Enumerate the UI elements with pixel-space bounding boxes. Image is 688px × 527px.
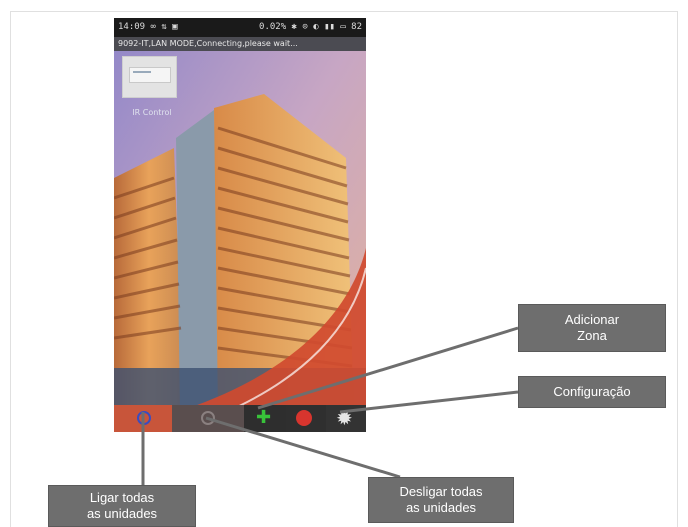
line-configuracao [339,390,519,414]
callout-ligar-line2: as unidades [86,506,158,521]
callout-ligar-line1: Ligar todas [89,490,155,505]
callout-desligar-todas: Desligar todas as unidades [368,477,514,523]
callout-desligar-line1: Desligar todas [399,484,483,499]
callout-configuracao: Configuração [518,376,666,408]
callout-lines [141,326,519,485]
callout-adicionar-zona-line1: Adicionar [564,312,620,327]
line-desligar [205,416,401,479]
callout-adicionar-zona: Adicionar Zona [518,304,666,352]
callout-adicionar-zona-line2: Zona [577,328,607,343]
callout-configuracao-text: Configuração [553,384,631,399]
callout-desligar-line2: as unidades [405,500,477,515]
callout-ligar-todas: Ligar todas as unidades [48,485,196,527]
